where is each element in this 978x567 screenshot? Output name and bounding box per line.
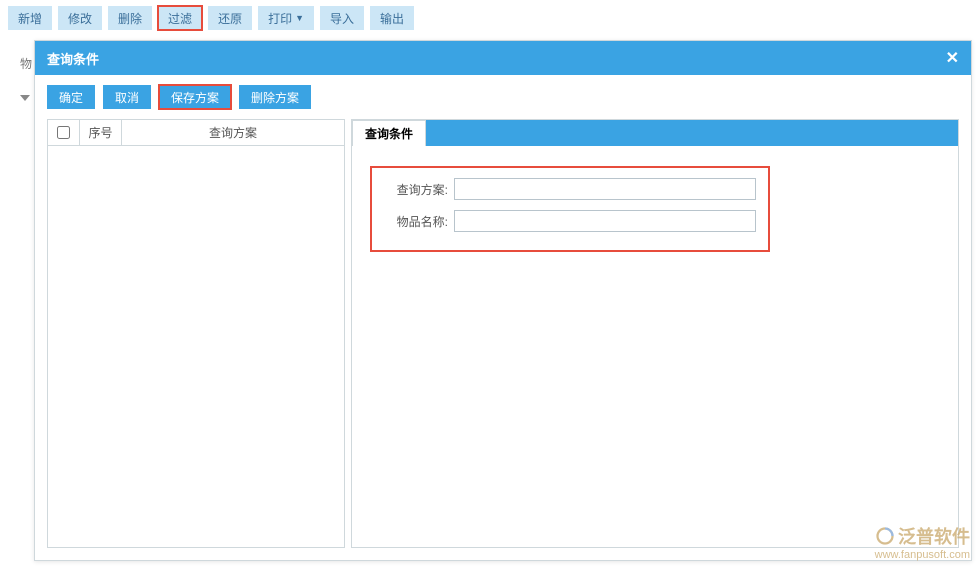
background-text: 物 <box>20 55 32 72</box>
dropdown-icon[interactable] <box>20 95 30 101</box>
column-serial: 序号 <box>80 120 122 145</box>
print-button[interactable]: 打印 ▼ <box>258 6 314 30</box>
form-row-name: 物品名称: <box>384 210 756 232</box>
delete-plan-button[interactable]: 删除方案 <box>239 85 311 109</box>
modal-body: 序号 查询方案 查询条件 查询方案: 物品名称: <box>35 119 971 560</box>
modal-title: 查询条件 <box>47 49 99 68</box>
column-plan: 查询方案 <box>122 120 344 145</box>
tab-bar: 查询条件 <box>352 120 958 146</box>
modal-header: 查询条件 ✕ <box>35 41 971 75</box>
name-label: 物品名称: <box>384 213 448 230</box>
delete-button[interactable]: 删除 <box>108 6 152 30</box>
add-button[interactable]: 新增 <box>8 6 52 30</box>
save-plan-button[interactable]: 保存方案 <box>159 85 231 109</box>
conditions-panel: 查询条件 查询方案: 物品名称: <box>351 119 959 548</box>
export-button[interactable]: 输出 <box>370 6 414 30</box>
print-button-label: 打印 <box>268 10 292 27</box>
form-row-plan: 查询方案: <box>384 178 756 200</box>
cancel-button[interactable]: 取消 <box>103 85 151 109</box>
chevron-down-icon: ▼ <box>295 13 304 23</box>
plan-label: 查询方案: <box>384 181 448 198</box>
restore-button[interactable]: 还原 <box>208 6 252 30</box>
modal-toolbar: 确定 取消 保存方案 删除方案 <box>35 75 971 119</box>
select-all-cell <box>48 120 80 145</box>
import-button[interactable]: 导入 <box>320 6 364 30</box>
edit-button[interactable]: 修改 <box>58 6 102 30</box>
plan-input[interactable] <box>454 178 756 200</box>
form-area: 查询方案: 物品名称: <box>352 146 958 272</box>
filter-button[interactable]: 过滤 <box>158 6 202 30</box>
table-header: 序号 查询方案 <box>48 120 344 146</box>
select-all-checkbox[interactable] <box>57 126 70 139</box>
name-input[interactable] <box>454 210 756 232</box>
close-icon[interactable]: ✕ <box>946 48 959 68</box>
top-toolbar: 新增 修改 删除 过滤 还原 打印 ▼ 导入 输出 <box>0 0 978 36</box>
form-highlight-box: 查询方案: 物品名称: <box>370 166 770 252</box>
ok-button[interactable]: 确定 <box>47 85 95 109</box>
plans-table: 序号 查询方案 <box>47 119 345 548</box>
query-modal: 查询条件 ✕ 确定 取消 保存方案 删除方案 序号 查询方案 查询条件 <box>34 40 972 561</box>
tab-conditions[interactable]: 查询条件 <box>352 120 426 146</box>
